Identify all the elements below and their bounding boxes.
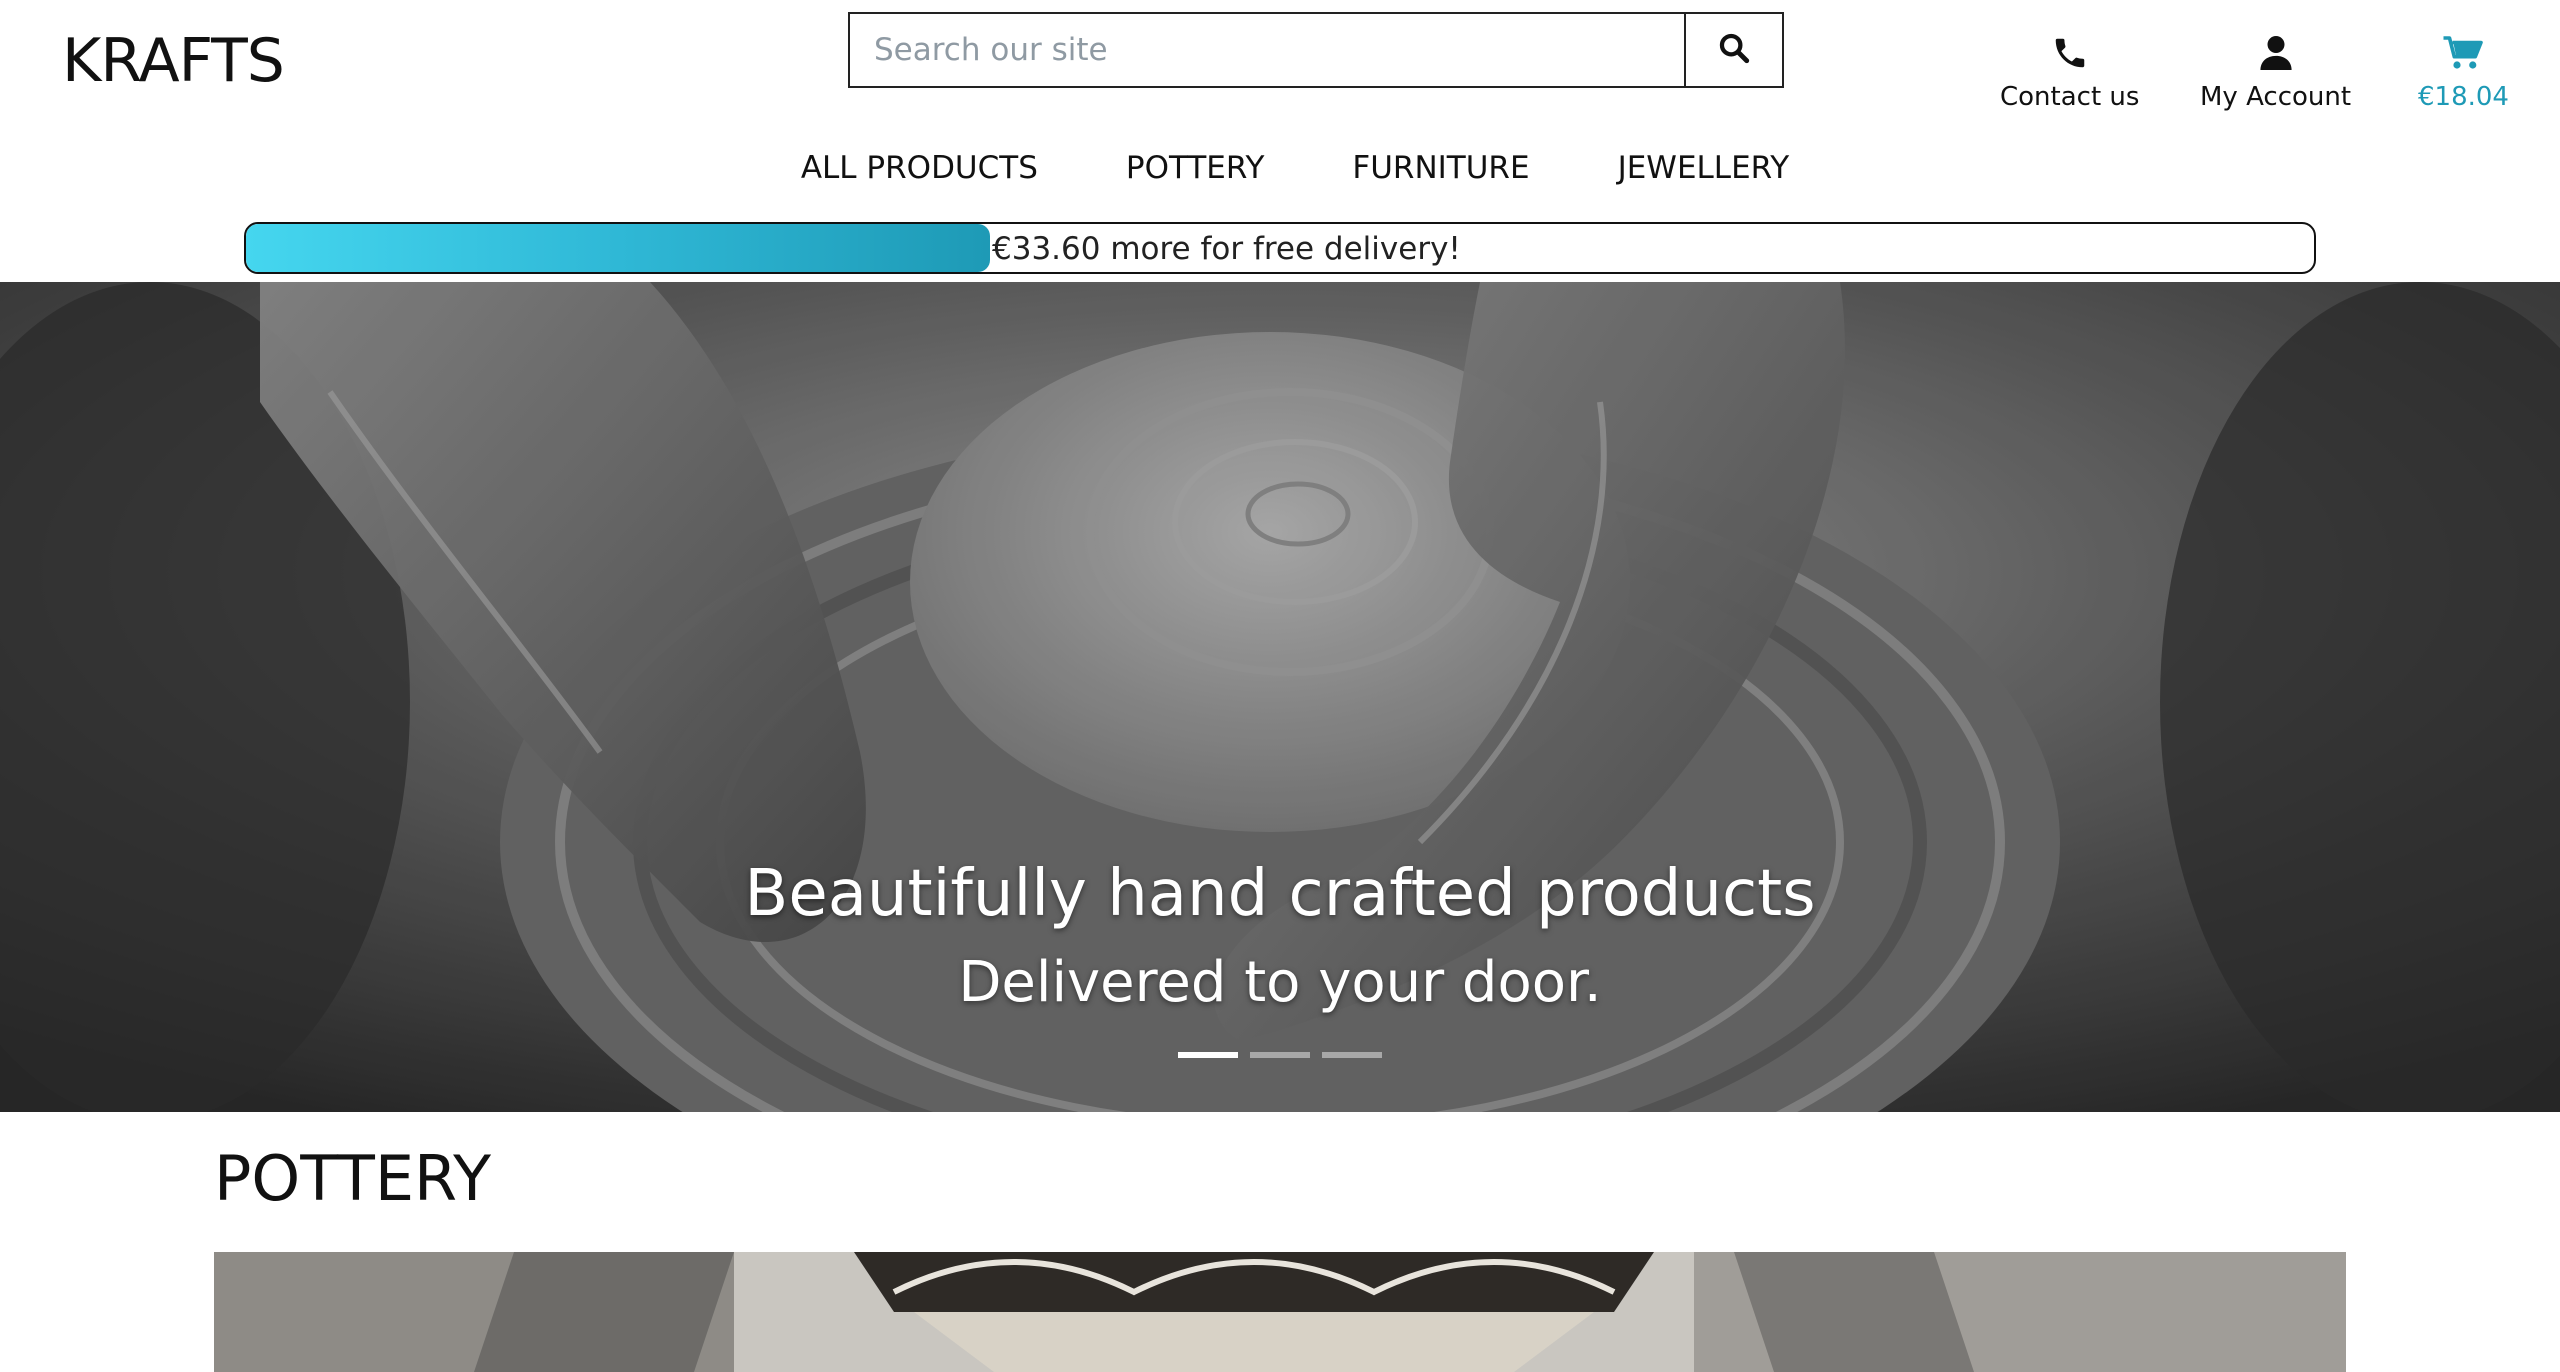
nav-all-products[interactable]: ALL PRODUCTS xyxy=(801,150,1038,186)
section-title-pottery: POTTERY xyxy=(214,1142,492,1215)
hero-carousel[interactable]: Beautifully hand crafted products Delive… xyxy=(0,282,2560,1112)
search-icon xyxy=(1717,31,1751,69)
nav-jewellery[interactable]: JEWELLERY xyxy=(1618,150,1790,186)
user-icon xyxy=(2259,28,2293,72)
main-nav: ALL PRODUCTS POTTERY FURNITURE JEWELLERY xyxy=(0,150,2560,186)
carousel-indicator-2[interactable] xyxy=(1250,1052,1310,1058)
contact-link[interactable]: Contact us xyxy=(2000,28,2139,112)
search-input[interactable] xyxy=(850,14,1684,86)
nav-furniture[interactable]: FURNITURE xyxy=(1352,150,1529,186)
page: KRAFTS Contact us My Account xyxy=(0,0,2560,1372)
search-button[interactable] xyxy=(1684,14,1782,86)
cart-icon xyxy=(2442,28,2484,72)
phone-icon xyxy=(2051,28,2089,72)
account-label: My Account xyxy=(2200,82,2352,112)
free-delivery-progress: €33.60 more for free delivery! xyxy=(244,222,2316,274)
hero-headline: Beautifully hand crafted products xyxy=(744,857,1816,931)
hero-subline: Delivered to your door. xyxy=(958,950,1602,1015)
search-form xyxy=(848,12,1784,88)
free-delivery-message: €33.60 more for free delivery! xyxy=(992,231,1461,267)
progress-fill xyxy=(246,224,991,272)
site-logo[interactable]: KRAFTS xyxy=(62,26,285,96)
cart-link[interactable]: €18.04 xyxy=(2418,28,2509,112)
nav-pottery[interactable]: POTTERY xyxy=(1126,150,1265,186)
account-link[interactable]: My Account xyxy=(2200,28,2351,112)
pottery-category-image[interactable] xyxy=(214,1252,2346,1372)
contact-label: Contact us xyxy=(2000,82,2140,112)
cart-total: €18.04 xyxy=(2418,82,2509,112)
carousel-indicators xyxy=(1178,1052,1382,1058)
carousel-indicator-3[interactable] xyxy=(1322,1052,1382,1058)
carousel-indicator-1[interactable] xyxy=(1178,1052,1238,1058)
